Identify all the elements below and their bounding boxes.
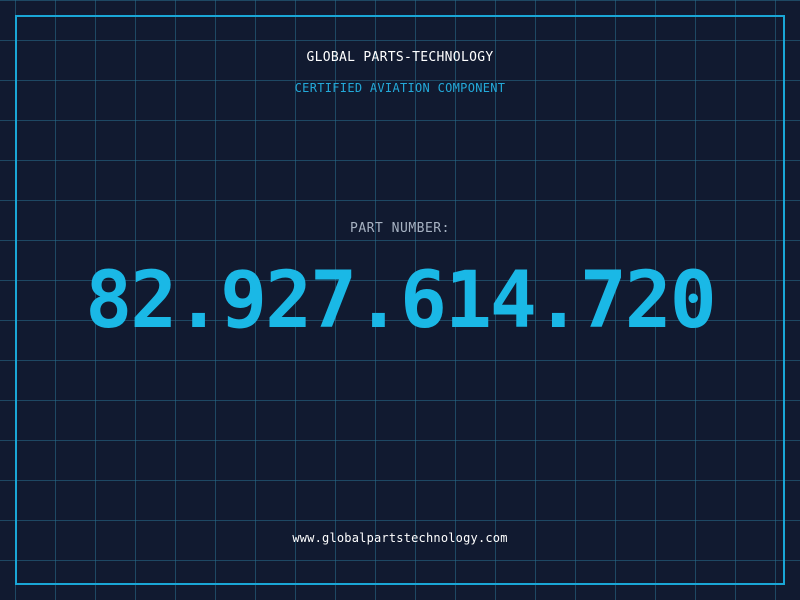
part-label-card: GLOBAL PARTS-TECHNOLOGY CERTIFIED AVIATI… bbox=[0, 0, 800, 600]
part-number-label: PART NUMBER: bbox=[350, 221, 450, 236]
part-number-value: 82.927.614.720 bbox=[85, 256, 716, 346]
certification-subtitle: CERTIFIED AVIATION COMPONENT bbox=[294, 81, 506, 95]
company-name: GLOBAL PARTS-TECHNOLOGY bbox=[306, 50, 494, 65]
website-url: www.globalpartstechnology.com bbox=[292, 531, 508, 545]
